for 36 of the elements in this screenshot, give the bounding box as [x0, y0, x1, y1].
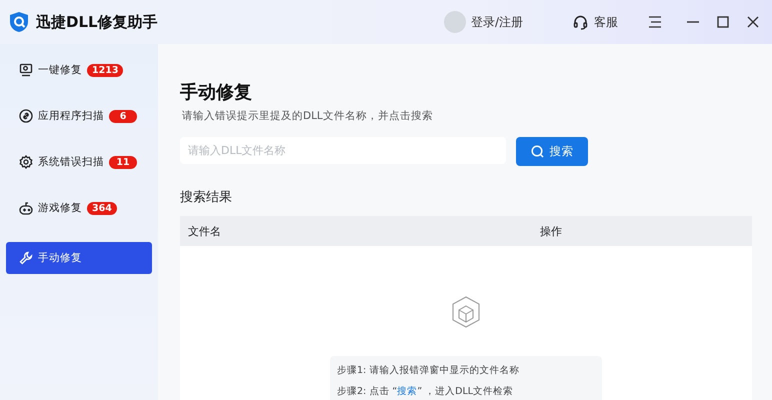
- app-title: 迅捷DLL修复助手: [36, 12, 158, 32]
- sidebar-item[interactable]: 手动修复: [6, 242, 152, 274]
- minimize-icon: [687, 21, 699, 23]
- search-button[interactable]: 搜索: [516, 137, 588, 166]
- maximize-icon: [717, 16, 729, 28]
- count-badge: 364: [87, 202, 117, 214]
- sidebar-item[interactable]: 一键修复 1213: [6, 54, 152, 86]
- step-text: 步骤1: 请输入报错弹窗中显示的文件名称: [337, 364, 520, 377]
- customer-service-button[interactable]: 客服: [573, 14, 618, 30]
- column-header: 文件名: [188, 224, 222, 238]
- search-icon: [530, 145, 544, 158]
- sidebar-item[interactable]: 游戏修复 364: [6, 192, 152, 224]
- login-link[interactable]: 登录/注册: [444, 11, 523, 33]
- empty-box-icon: [451, 296, 481, 328]
- column-header: 操作: [540, 224, 562, 238]
- app-logo-icon: [8, 11, 30, 33]
- sidebar-item[interactable]: 系统错误扫描 11: [6, 146, 152, 178]
- headset-icon: [573, 14, 588, 30]
- page-subtitle: 请输入错误提示里提及的DLL文件名称，并点击搜索: [182, 109, 434, 123]
- dll-search-field[interactable]: 请输入DLL文件名称: [180, 137, 506, 164]
- count-badge: 1213: [87, 64, 124, 76]
- search-link[interactable]: 搜索: [397, 386, 418, 397]
- results-title: 搜索结果: [180, 189, 233, 206]
- count-badge: 11: [109, 156, 137, 168]
- count-badge: 6: [109, 110, 137, 122]
- gamepad-icon: [19, 201, 33, 215]
- step-text: 步骤2: 点击 “搜索” ，进入DLL文件检索: [337, 385, 514, 398]
- close-icon: [747, 16, 759, 28]
- sidebar-item[interactable]: 应用程序扫描 6: [6, 100, 152, 132]
- monitor-icon: [19, 63, 33, 77]
- avatar-icon: [444, 11, 466, 33]
- link-icon: [19, 109, 33, 123]
- page-title: 手动修复: [180, 81, 253, 104]
- gear-icon: [19, 155, 33, 169]
- menu-icon: [648, 16, 662, 28]
- wrench-icon: [19, 251, 33, 265]
